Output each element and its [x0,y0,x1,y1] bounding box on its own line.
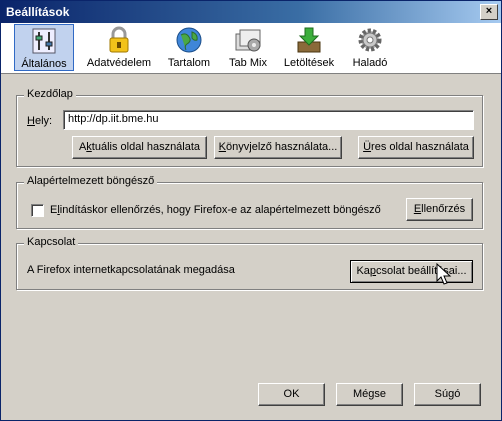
default-browser-check-label[interactable]: Elindításkor ellenőrzés, hogy Firefox-e … [50,204,381,216]
settings-window: Beállítások × Általános Adatvédelem Tart… [0,0,502,421]
use-bookmark-button[interactable]: Könyvjelző használata... [214,136,342,159]
check-now-button[interactable]: Ellenőrzés [406,198,473,221]
tab-tab-mix[interactable]: Tab Mix [223,24,273,71]
tab-label: Adatvédelem [86,57,152,69]
sliders-icon [32,28,56,54]
group-title: Alapértelmezett böngésző [24,175,158,187]
use-blank-page-button[interactable]: Üres oldal használata [358,136,474,159]
homepage-group: Kezdőlap Hely: http://dp.iit.bme.hu Aktu… [16,88,483,167]
title-bar[interactable]: Beállítások × [1,1,501,23]
lock-icon [109,26,129,53]
help-button[interactable]: Súgó [414,383,481,406]
cancel-button[interactable]: Mégse [336,383,403,406]
download-icon [297,27,321,53]
tab-altalanos[interactable]: Általános [14,24,74,71]
category-toolbar: Általános Adatvédelem Tartalom Tab Mix L… [1,23,501,74]
globe-icon [176,27,202,53]
connection-settings-button[interactable]: Kapcsolat beállításai... [350,260,473,283]
tab-label: Tartalom [167,57,211,69]
location-label: Hely: [27,115,53,127]
tab-halado[interactable]: Haladó [345,24,395,71]
group-title: Kapcsolat [24,236,79,248]
tab-label: Tab Mix [229,57,267,69]
location-input[interactable]: http://dp.iit.bme.hu [63,110,474,130]
default-browser-group: Alapértelmezett böngésző Elindításkor el… [16,175,483,229]
window-title: Beállítások [6,5,70,19]
tab-letoltesek[interactable]: Letöltések [279,24,339,71]
default-browser-checkbox[interactable] [31,204,44,217]
ok-button[interactable]: OK [258,383,325,406]
close-button[interactable]: × [480,4,498,20]
tab-label: Letöltések [283,57,335,69]
tab-adatvedelem[interactable]: Adatvédelem [81,24,157,71]
group-title: Kezdőlap [24,88,76,100]
tab-mix-icon [235,29,261,52]
connection-group: Kapcsolat A Firefox internetkapcsolatána… [16,236,483,290]
gear-icon [358,28,382,52]
tab-tartalom[interactable]: Tartalom [161,24,217,71]
tab-label: Haladó [352,57,388,69]
mouse-cursor-icon [436,263,452,285]
use-current-page-button[interactable]: Aktuális oldal használata [72,136,207,159]
connection-description: A Firefox internetkapcsolatának megadása [27,264,235,276]
tab-label: Általános [21,58,67,70]
